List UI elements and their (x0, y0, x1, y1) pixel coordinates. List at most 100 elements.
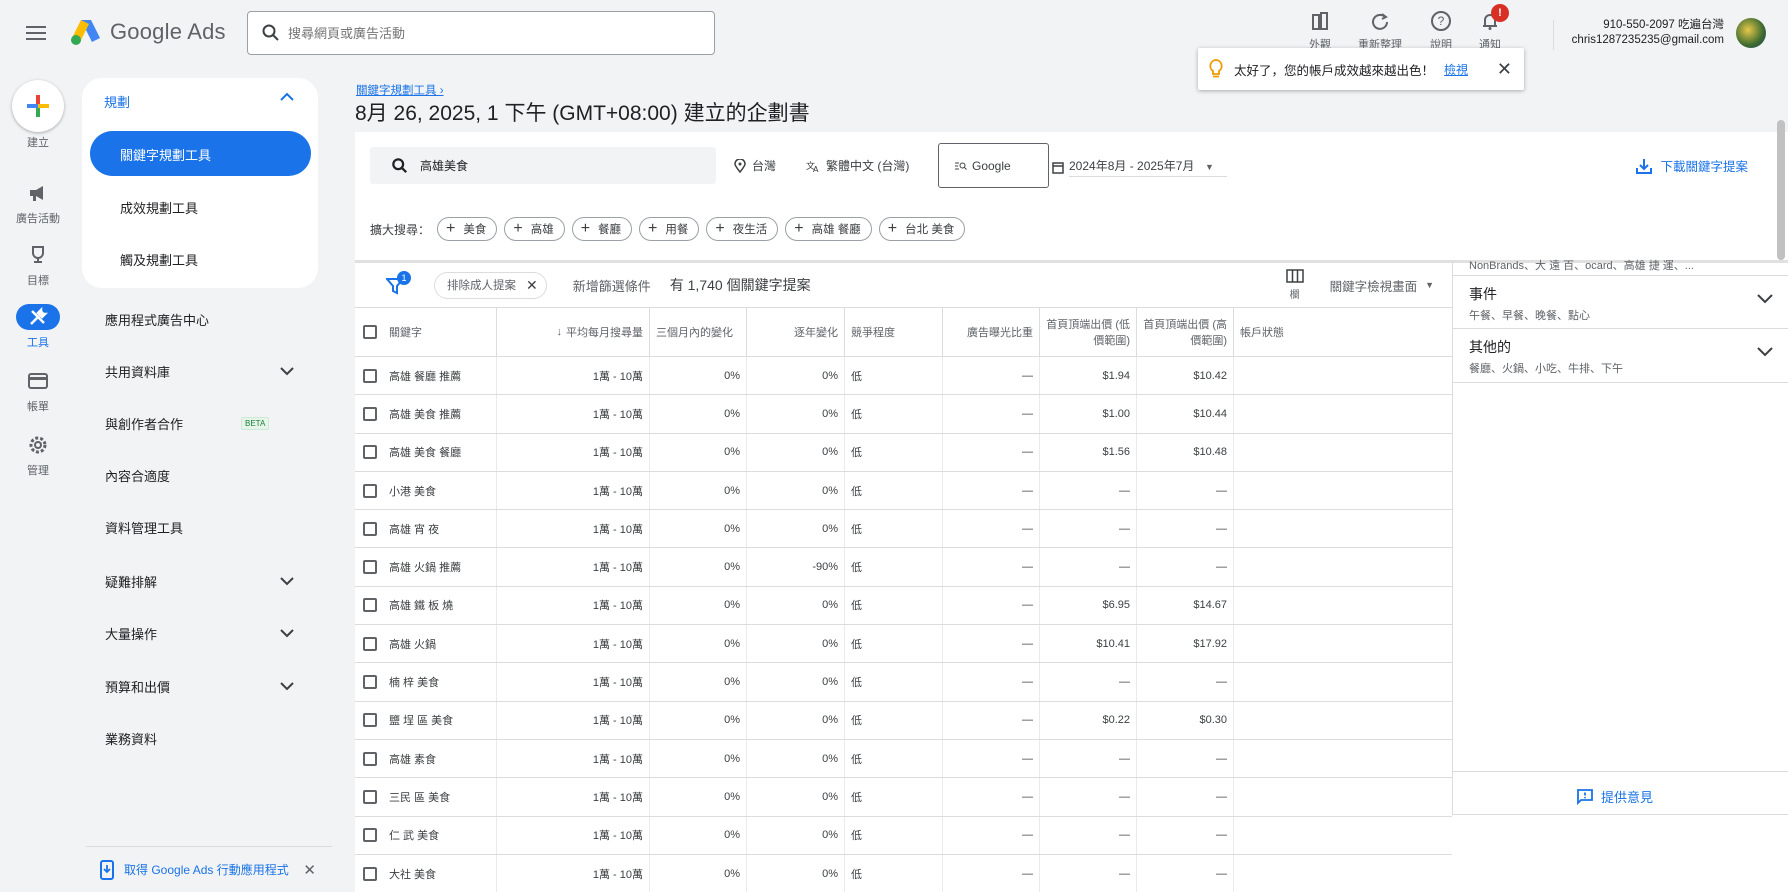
row-checkbox[interactable] (363, 636, 377, 651)
row-checkbox[interactable] (363, 483, 377, 498)
rail-item-campaigns[interactable]: 廣告活動 (0, 180, 76, 226)
row-checkbox[interactable] (363, 368, 377, 383)
keyword-search-field[interactable]: 高雄美食 (370, 147, 716, 184)
row-checkbox[interactable] (363, 521, 377, 536)
table-row[interactable]: 三民 區 美食 1萬 - 10萬 0% 0% 低 — — — (355, 778, 1452, 817)
feedback-button[interactable]: 提供意見 (1577, 787, 1653, 806)
row-checkbox[interactable] (363, 445, 377, 460)
table-row[interactable]: 高雄 素食 1萬 - 10萬 0% 0% 低 — — — (355, 739, 1452, 779)
chevron-down-icon[interactable] (280, 681, 294, 691)
table-row[interactable]: 高雄 鐵 板 燒 1萬 - 10萬 0% 0% 低 — $6.95 $14.67 (355, 586, 1452, 626)
nav-item-business-data[interactable]: 業務資料 (105, 729, 157, 748)
select-all-checkbox[interactable] (363, 325, 377, 339)
broaden-chip[interactable]: + 餐廳 (571, 217, 633, 241)
account-info[interactable]: 910-550-2097 吃遍台灣 chris1287235235@gmail.… (1572, 18, 1724, 48)
add-filter-button[interactable]: 新增篩選條件 (573, 276, 651, 295)
chevron-down-icon[interactable] (280, 366, 294, 376)
table-row[interactable]: 鹽 埕 區 美食 1萬 - 10萬 0% 0% 低 — $0.22 $0.30 (355, 701, 1452, 740)
row-checkbox[interactable] (363, 560, 377, 575)
table-row[interactable]: 小港 美食 1萬 - 10萬 0% 0% 低 — — — (355, 471, 1452, 511)
nav-item-shared-library[interactable]: 共用資料庫 (105, 362, 170, 381)
chevron-down-icon[interactable] (1757, 347, 1773, 357)
filter-chip-exclude-adult[interactable]: 排除成人提案 ✕ (434, 271, 547, 299)
refine-section-other[interactable]: 其他的 餐廳、火鍋、小吃、牛排、下午 (1453, 329, 1788, 383)
broaden-chip[interactable]: + 美食 (437, 217, 498, 241)
rail-item-tools[interactable]: 工具 (0, 304, 76, 350)
language-selector[interactable]: 文A 繁體中文 (台灣) (806, 157, 909, 174)
row-checkbox[interactable] (363, 828, 377, 843)
chevron-down-icon[interactable] (280, 628, 294, 638)
keyword-view-selector[interactable]: 關鍵字檢視畫面 ▼ (1330, 276, 1434, 295)
broaden-chip[interactable]: + 用餐 (639, 217, 700, 241)
rail-item-billing[interactable]: 帳單 (0, 368, 76, 414)
col-competition[interactable]: 競爭程度 (845, 308, 943, 356)
table-row[interactable]: 高雄 宵 夜 1萬 - 10萬 0% 0% 低 — — — (355, 510, 1452, 549)
global-search[interactable] (247, 11, 715, 55)
filter-button[interactable]: 1 (386, 271, 411, 297)
nav-item-app-center[interactable]: 應用程式廣告中心 (105, 310, 209, 329)
nav-item-keyword-planner[interactable]: 關鍵字規劃工具 (90, 131, 311, 176)
page-scrollbar[interactable] (1777, 120, 1785, 260)
close-icon[interactable]: ✕ (1497, 59, 1512, 80)
table-row[interactable]: 大社 美食 1萬 - 10萬 0% 0% 低 — — — (355, 854, 1452, 892)
nav-section-planning[interactable]: 規劃 (104, 92, 130, 111)
appearance-button[interactable]: 外觀 (1309, 10, 1331, 52)
col-top-bid-high[interactable]: 首頁頂端出價 (高價範圍) (1137, 308, 1234, 356)
location-selector[interactable]: 台灣 (734, 157, 776, 174)
create-button[interactable] (12, 80, 64, 132)
row-checkbox[interactable] (363, 789, 377, 804)
chevron-up-icon[interactable] (280, 92, 294, 102)
table-row[interactable]: 高雄 火鍋 1萬 - 10萬 0% 0% 低 — $10.41 $17.92 (355, 625, 1452, 664)
search-input[interactable] (288, 25, 688, 41)
row-checkbox[interactable] (363, 598, 377, 613)
nav-item-performance-planner[interactable]: 成效規劃工具 (120, 198, 198, 217)
col-three-month-change[interactable]: 三個月內的變化 (650, 308, 747, 356)
nav-item-bulk-actions[interactable]: 大量操作 (105, 624, 157, 643)
menu-icon[interactable] (24, 22, 48, 46)
table-row[interactable]: 高雄 火鍋 推薦 1萬 - 10萬 0% -90% 低 — — — (355, 548, 1452, 587)
network-selector[interactable]: Google (938, 143, 1049, 188)
refresh-button[interactable]: 重新整理 (1358, 10, 1402, 52)
table-row[interactable]: 楠 梓 美食 1萬 - 10萬 0% 0% 低 — — — (355, 663, 1452, 702)
chevron-down-icon[interactable] (280, 576, 294, 586)
columns-button[interactable]: 欄 (1285, 269, 1304, 301)
close-icon[interactable]: ✕ (303, 861, 316, 879)
row-checkbox[interactable] (363, 751, 377, 766)
date-range-selector[interactable]: 2024年8月 - 2025年7月 ▼ (1052, 157, 1227, 177)
col-yoy-change[interactable]: 逐年變化 (747, 308, 845, 356)
rail-item-goals[interactable]: 目標 (0, 242, 76, 288)
refine-section-events[interactable]: 事件 午餐、早餐、晚餐、點心 (1453, 275, 1788, 329)
nav-item-content-suitability[interactable]: 內容合適度 (105, 466, 170, 485)
table-row[interactable]: 高雄 美食 推薦 1萬 - 10萬 0% 0% 低 — $1.00 $10.44 (355, 395, 1452, 434)
col-top-bid-low[interactable]: 首頁頂端出價 (低價範圍) (1040, 308, 1137, 356)
nav-item-troubleshooting[interactable]: 疑難排解 (105, 572, 157, 591)
breadcrumb[interactable]: 關鍵字規劃工具 › (356, 82, 444, 98)
broaden-chip[interactable]: + 夜生活 (706, 217, 779, 241)
nav-item-reach-planner[interactable]: 觸及規劃工具 (120, 250, 198, 269)
col-account-status[interactable]: 帳戶狀態 (1234, 308, 1452, 356)
row-checkbox[interactable] (363, 866, 377, 881)
broaden-chip[interactable]: + 台北 美食 (878, 217, 966, 241)
broaden-chip[interactable]: + 高雄 餐廳 (785, 217, 872, 241)
rail-item-admin[interactable]: 管理 (0, 432, 76, 478)
download-keyword-ideas-button[interactable]: 下載關鍵字提案 (1636, 156, 1748, 175)
col-ad-impression-share[interactable]: 廣告曝光比重 (943, 308, 1040, 356)
close-icon[interactable]: ✕ (526, 277, 538, 294)
table-row[interactable]: 仁 武 美食 1萬 - 10萬 0% 0% 低 — — — (355, 816, 1452, 855)
help-button[interactable]: ? 說明 (1430, 10, 1452, 52)
toast-view-link[interactable]: 檢視 (1444, 61, 1468, 78)
nav-item-budgets-bidding[interactable]: 預算和出價 (105, 677, 170, 696)
row-checkbox[interactable] (363, 675, 377, 690)
chevron-down-icon[interactable] (1757, 294, 1773, 304)
row-checkbox[interactable] (363, 406, 377, 421)
notifications-button[interactable]: ! 通知 (1479, 4, 1509, 52)
nav-item-data-manager[interactable]: 資料管理工具 (105, 518, 183, 537)
row-checkbox[interactable] (363, 713, 377, 728)
avatar[interactable] (1736, 18, 1766, 48)
mobile-app-promo[interactable]: 取得 Google Ads 行動應用程式 ✕ (86, 846, 332, 892)
table-row[interactable]: 高雄 餐廳 推薦 1萬 - 10萬 0% 0% 低 — $1.94 $10.42 (355, 357, 1452, 396)
col-keyword[interactable]: 關鍵字 (383, 308, 497, 356)
nav-item-creator-partnerships[interactable]: 與創作者合作 (105, 414, 183, 433)
broaden-chip[interactable]: + 高雄 (504, 217, 565, 241)
google-ads-logo[interactable]: Google Ads (70, 18, 226, 46)
